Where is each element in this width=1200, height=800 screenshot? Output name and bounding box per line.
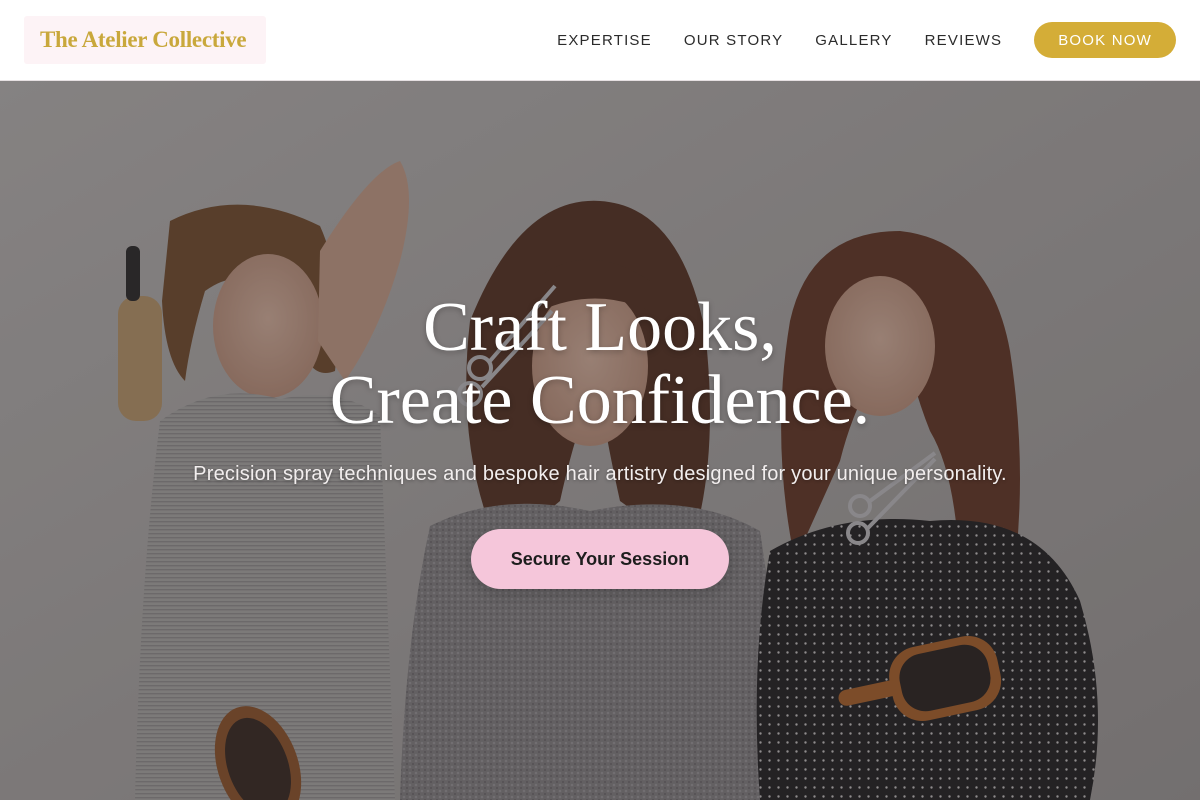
main-nav: EXPERTISE OUR STORY GALLERY REVIEWS BOOK…: [557, 0, 1176, 80]
nav-link-our-story[interactable]: OUR STORY: [684, 32, 783, 49]
site-header: The Atelier Collective EXPERTISE OUR STO…: [0, 0, 1200, 81]
hero-section: Craft Looks, Create Confidence. Precisio…: [0, 81, 1200, 800]
brand-logo[interactable]: The Atelier Collective: [24, 16, 266, 64]
secure-session-button[interactable]: Secure Your Session: [471, 529, 729, 589]
hero-content: Craft Looks, Create Confidence. Precisio…: [0, 81, 1200, 800]
nav-link-reviews[interactable]: REVIEWS: [925, 32, 1003, 49]
book-now-button[interactable]: BOOK NOW: [1034, 22, 1176, 58]
hero-subheadline: Precision spray techniques and bespoke h…: [193, 463, 1007, 485]
nav-link-gallery[interactable]: GALLERY: [815, 32, 892, 49]
nav-link-expertise[interactable]: EXPERTISE: [557, 32, 652, 49]
hero-headline: Craft Looks, Create Confidence.: [0, 291, 1200, 437]
hero-headline-line1: Craft Looks,: [423, 289, 777, 366]
hero-headline-line2: Create Confidence.: [329, 362, 871, 439]
